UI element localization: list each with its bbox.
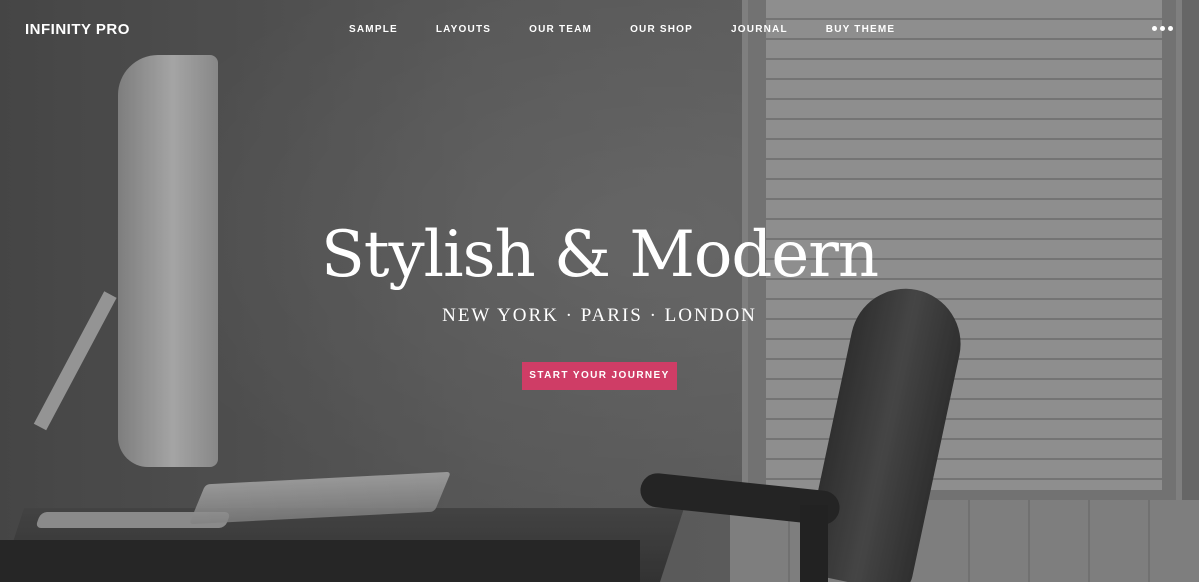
dot [1160,26,1165,31]
more-dots-icon[interactable] [1152,26,1173,31]
hero-subtitle: NEW YORK · PARIS · LONDON [442,305,757,326]
hero-section: INFINITY PRO SAMPLE LAYOUTS OUR TEAM OUR… [0,0,1199,582]
dot [1168,26,1173,31]
nav-item-buy-theme[interactable]: BUY THEME [807,24,915,35]
dot [1152,26,1157,31]
nav-item-our-team[interactable]: OUR TEAM [510,24,611,35]
nav-item-sample[interactable]: SAMPLE [330,24,417,35]
primary-nav: SAMPLE LAYOUTS OUR TEAM OUR SHOP JOURNAL… [330,24,914,35]
nav-item-layouts[interactable]: LAYOUTS [417,24,510,35]
start-journey-button[interactable]: START YOUR JOURNEY [522,362,677,390]
hero-title: Stylish & Modern [320,218,879,292]
nav-item-our-shop[interactable]: OUR SHOP [611,24,712,35]
site-title-link[interactable]: INFINITY PRO [25,21,130,38]
nav-item-journal[interactable]: JOURNAL [712,24,807,35]
